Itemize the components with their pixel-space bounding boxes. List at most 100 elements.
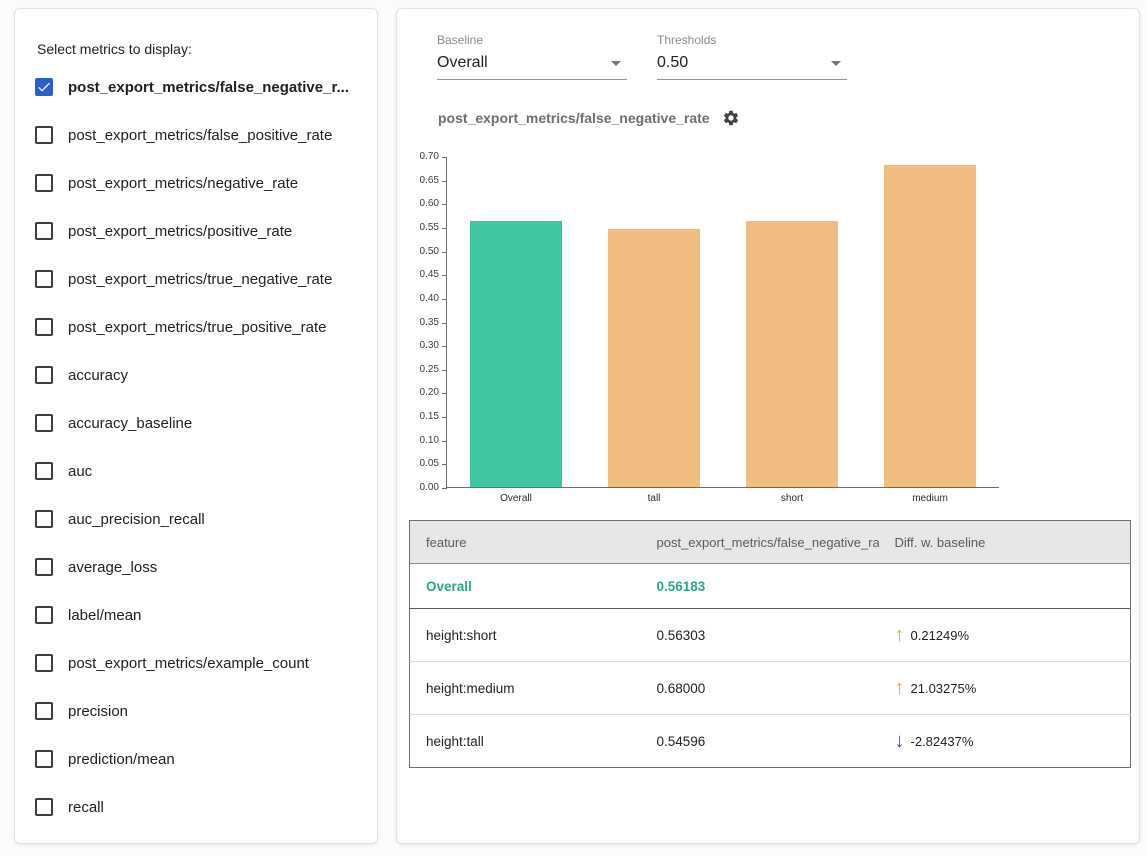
checkbox-unchecked[interactable] <box>35 462 53 480</box>
diff-value: -2.82437% <box>911 734 974 749</box>
y-axis-tick-mark <box>442 299 447 300</box>
metric-label: post_export_metrics/negative_rate <box>68 175 298 192</box>
checkbox-unchecked[interactable] <box>35 222 53 240</box>
checkbox-unchecked[interactable] <box>35 318 53 336</box>
metrics-list: post_export_metrics/false_negative_r...p… <box>15 63 377 831</box>
table-row: height:medium0.68000↑21.03275% <box>410 662 1131 715</box>
metric-item[interactable]: auc <box>15 447 377 495</box>
thresholds-select-value: 0.50 <box>657 54 688 72</box>
baseline-select-value: Overall <box>437 54 488 72</box>
metric-value-cell: 0.68000 <box>641 662 879 715</box>
results-panel: Baseline Overall Thresholds 0.50 post_ex… <box>396 8 1140 844</box>
metric-label: auc <box>68 463 92 480</box>
y-axis-tick-label: 0.50 <box>405 247 439 257</box>
y-axis-tick-label: 0.10 <box>405 436 439 446</box>
bar-Overall[interactable] <box>470 221 562 487</box>
metric-label: label/mean <box>68 607 141 624</box>
x-axis-tick-label: tall <box>648 493 661 504</box>
y-axis-tick-label: 0.30 <box>405 341 439 351</box>
metric-item[interactable]: post_export_metrics/true_positive_rate <box>15 303 377 351</box>
metric-label: post_export_metrics/positive_rate <box>68 223 292 240</box>
metric-label: post_export_metrics/false_positive_rate <box>68 127 332 144</box>
checkbox-unchecked[interactable] <box>35 558 53 576</box>
checkbox-unchecked[interactable] <box>35 174 53 192</box>
bar-tall[interactable] <box>608 229 700 487</box>
checkbox-unchecked[interactable] <box>35 798 53 816</box>
metric-item[interactable]: post_export_metrics/false_negative_r... <box>15 63 377 111</box>
checkbox-unchecked[interactable] <box>35 750 53 768</box>
y-axis-tick-label: 0.25 <box>405 365 439 375</box>
diff-cell: ↑ 0.21249% <box>879 609 1131 662</box>
metric-value-cell: 0.54596 <box>641 715 879 768</box>
thresholds-select[interactable]: Thresholds 0.50 <box>657 33 847 80</box>
diff-column-header: Diff. w. baseline <box>879 521 1131 564</box>
y-axis-tick-mark <box>442 417 447 418</box>
y-axis-tick-mark <box>442 393 447 394</box>
y-axis-tick-mark <box>442 275 447 276</box>
y-axis-tick-label: 0.65 <box>405 176 439 186</box>
metric-item[interactable]: label/mean <box>15 591 377 639</box>
diff-cell: ↓-2.82437% <box>879 715 1131 768</box>
y-axis-tick-mark <box>442 252 447 253</box>
checkbox-unchecked[interactable] <box>35 414 53 432</box>
metric-item[interactable]: post_export_metrics/example_count <box>15 639 377 687</box>
bar-medium[interactable] <box>884 165 976 487</box>
x-axis-tick-label: medium <box>912 493 948 504</box>
table-row: height:tall0.54596↓-2.82437% <box>410 715 1131 768</box>
checkbox-unchecked[interactable] <box>35 270 53 288</box>
metric-label: recall <box>68 799 104 816</box>
feature-cell: height:tall <box>410 715 641 768</box>
checkbox-checked[interactable] <box>35 78 53 96</box>
metric-item[interactable]: accuracy_baseline <box>15 399 377 447</box>
checkbox-unchecked[interactable] <box>35 654 53 672</box>
y-axis-tick-label: 0.70 <box>405 152 439 162</box>
diff-cell <box>879 564 1131 609</box>
checkbox-unchecked[interactable] <box>35 702 53 720</box>
metrics-select-panel: Select metrics to display: post_export_m… <box>14 8 378 844</box>
y-axis-tick-mark <box>442 181 447 182</box>
y-axis-tick-mark <box>442 488 447 489</box>
metric-item[interactable]: recall <box>15 783 377 831</box>
y-axis-tick-mark <box>442 323 447 324</box>
diff-cell: ↑21.03275% <box>879 662 1131 715</box>
table-header-row: feature post_export_metrics/false_negati… <box>410 521 1131 564</box>
table-row: height:short0.56303↑0.21249% <box>410 609 1131 662</box>
checkbox-unchecked[interactable] <box>35 126 53 144</box>
metrics-panel-title: Select metrics to display: <box>37 41 377 57</box>
bar-short[interactable] <box>746 221 838 487</box>
bar-chart: 0.000.050.100.150.200.250.300.350.400.45… <box>397 149 1141 517</box>
diff-value: 0.21249% <box>911 628 970 643</box>
metric-item[interactable]: post_export_metrics/false_positive_rate <box>15 111 377 159</box>
diff-value: 21.03275% <box>911 681 977 696</box>
gear-icon[interactable] <box>722 109 740 127</box>
metric-item[interactable]: prediction/mean <box>15 735 377 783</box>
metric-label: post_export_metrics/example_count <box>68 655 309 672</box>
checkbox-unchecked[interactable] <box>35 606 53 624</box>
metric-label: post_export_metrics/true_positive_rate <box>68 319 326 336</box>
checkbox-unchecked[interactable] <box>35 366 53 384</box>
chart-title: post_export_metrics/false_negative_rate <box>438 110 710 126</box>
metric-item[interactable]: auc_precision_recall <box>15 495 377 543</box>
metric-label: average_loss <box>68 559 157 576</box>
chart-header: post_export_metrics/false_negative_rate <box>438 109 740 127</box>
metric-item[interactable]: average_loss <box>15 543 377 591</box>
baseline-select-label: Baseline <box>437 33 627 47</box>
metric-item[interactable]: accuracy <box>15 351 377 399</box>
y-axis-tick-label: 0.60 <box>405 199 439 209</box>
arrow-up-icon: ↑ <box>895 625 905 645</box>
metric-item[interactable]: post_export_metrics/positive_rate <box>15 207 377 255</box>
baseline-select[interactable]: Baseline Overall <box>437 33 627 80</box>
y-axis-tick-label: 0.40 <box>405 294 439 304</box>
x-axis-tick-label: short <box>781 493 803 504</box>
metric-item[interactable]: post_export_metrics/true_negative_rate <box>15 255 377 303</box>
controls-bar: Baseline Overall Thresholds 0.50 <box>437 33 847 80</box>
metric-label: accuracy_baseline <box>68 415 192 432</box>
metric-label: post_export_metrics/false_negative_r... <box>68 79 349 96</box>
checkbox-unchecked[interactable] <box>35 510 53 528</box>
metric-item[interactable]: post_export_metrics/negative_rate <box>15 159 377 207</box>
x-axis-tick-label: Overall <box>500 493 532 504</box>
y-axis-tick-label: 0.45 <box>405 270 439 280</box>
metric-label: prediction/mean <box>68 751 175 768</box>
metric-item[interactable]: precision <box>15 687 377 735</box>
chart-plot-area: 0.000.050.100.150.200.250.300.350.400.45… <box>446 157 999 488</box>
